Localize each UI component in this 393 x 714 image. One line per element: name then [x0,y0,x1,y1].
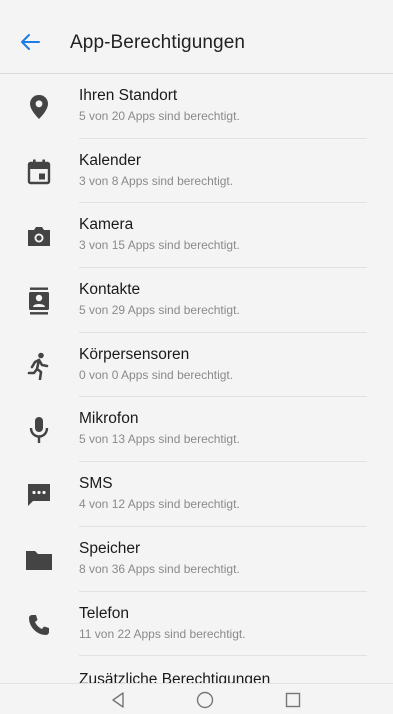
calendar-icon [24,157,54,187]
body-sensor-icon [24,351,54,381]
app-permissions-screen: App-Berechtigungen Ihren Standort 5 von … [0,0,393,714]
page-title: App-Berechtigungen [70,32,246,53]
permission-list: Ihren Standort 5 von 20 Apps sind berech… [0,74,393,696]
nav-back-button[interactable] [103,688,133,712]
microphone-icon [24,415,54,445]
permission-item-sms[interactable]: SMS 4 von 12 Apps sind berechtigt. [0,462,393,527]
contacts-icon [24,286,54,316]
permission-item-storage[interactable]: Speicher 8 von 36 Apps sind berechtigt. [0,527,393,592]
arrow-left-icon [21,34,40,50]
permission-count: 0 von 0 Apps sind berechtigt. [79,367,234,382]
permission-count: 5 von 13 Apps sind berechtigt. [79,432,240,447]
permission-item-calendar[interactable]: Kalender 3 von 8 Apps sind berechtigt. [0,139,393,204]
permission-count: 11 von 22 Apps sind berechtigt. [79,626,246,641]
folder-icon [24,545,54,575]
permission-label: Ihren Standort [79,87,178,104]
camera-icon [24,221,54,251]
permission-label: Speicher [79,539,141,557]
permission-label: Kalender [79,151,142,169]
system-nav-bar [0,683,393,714]
permission-count: 4 von 12 Apps sind berechtigt. [79,497,240,512]
permission-label: Kontakte [79,281,141,299]
permission-label: Telefon [79,604,129,622]
back-button[interactable] [14,26,46,58]
permission-item-camera[interactable]: Kamera 3 von 15 Apps sind berechtigt. [0,203,393,269]
app-bar: App-Berechtigungen [0,0,393,74]
permission-count: 8 von 36 Apps sind berechtigt. [79,561,240,576]
permission-count: 3 von 8 Apps sind berechtigt. [79,173,234,188]
permission-item-location[interactable]: Ihren Standort 5 von 20 Apps sind berech… [0,74,393,139]
permission-item-contacts[interactable]: Kontakte 5 von 29 Apps sind berechtigt. [0,268,393,333]
nav-home-icon [196,691,214,709]
permission-label: Mikrofon [79,410,139,428]
permission-count: 5 von 20 Apps sind berechtigt. [79,109,240,123]
permission-label: SMS [79,475,113,493]
sms-icon [24,480,54,510]
permission-item-body-sensors[interactable]: Körpersensoren 0 von 0 Apps sind berecht… [0,333,393,398]
permission-count: 3 von 15 Apps sind berechtigt. [79,238,240,253]
nav-home-button[interactable] [190,688,220,712]
phone-icon [24,610,54,640]
permission-item-phone[interactable]: Telefon 11 von 22 Apps sind berechtigt. [0,592,393,657]
permission-label: Kamera [79,216,134,234]
location-pin-icon [24,92,54,122]
permission-count: 5 von 29 Apps sind berechtigt. [79,303,240,318]
nav-recents-icon [285,692,301,708]
permission-item-microphone[interactable]: Mikrofon 5 von 13 Apps sind berechtigt. [0,397,393,463]
permission-label: Körpersensoren [79,345,190,363]
nav-back-icon [112,692,124,708]
nav-recents-button[interactable] [278,688,308,712]
